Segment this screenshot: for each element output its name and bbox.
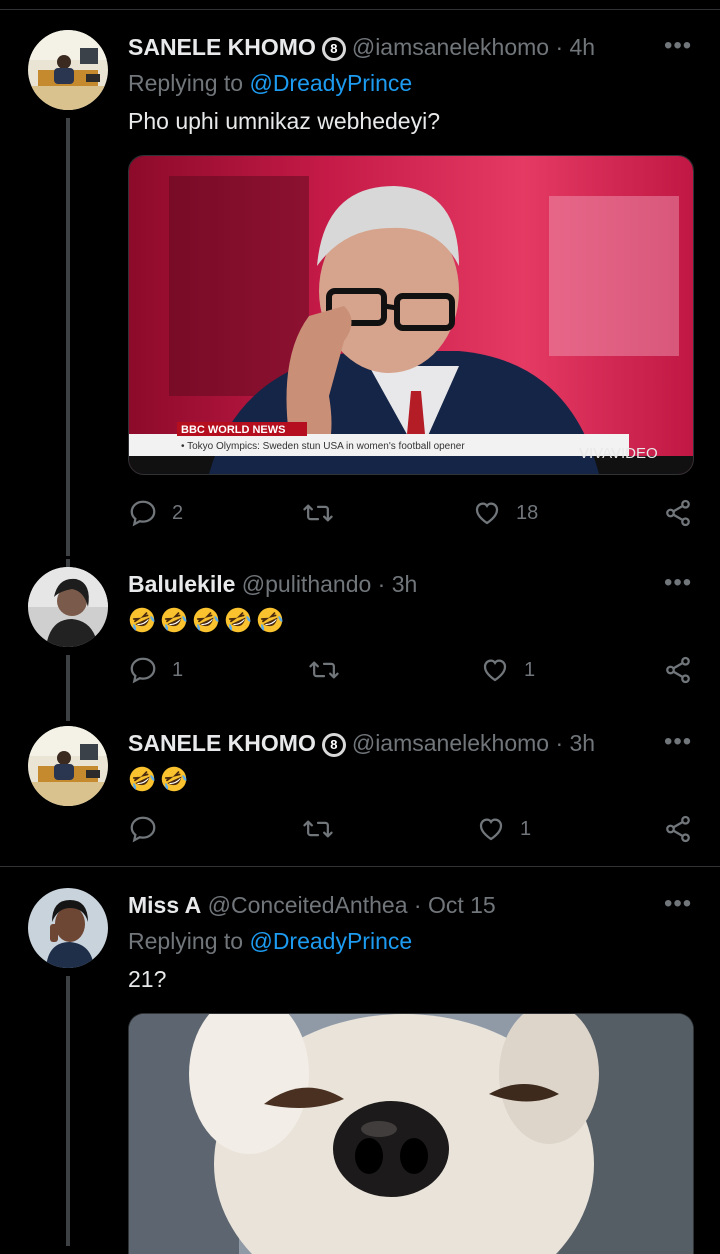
like-icon — [483, 659, 507, 682]
timestamp[interactable]: Oct 15 — [428, 892, 496, 918]
avatar[interactable] — [28, 30, 108, 110]
avatar[interactable] — [28, 888, 108, 968]
tweet-media[interactable] — [128, 1013, 694, 1254]
thread-line — [66, 559, 70, 567]
reply-icon — [130, 816, 156, 843]
thread-line — [66, 655, 70, 721]
reply-count: 2 — [172, 501, 184, 524]
tweet-actions: 2 18 — [128, 498, 698, 528]
news-channel-label: BBC WORLD NEWS — [181, 424, 286, 436]
timestamp[interactable]: 3h — [392, 571, 418, 597]
thread-line — [66, 976, 70, 1246]
share-icon — [666, 499, 690, 527]
like-icon — [475, 502, 499, 525]
rofl-emoji-icon — [160, 606, 188, 634]
verified-badge-icon: 8 — [321, 733, 346, 757]
tweet-actions: 1 — [128, 814, 698, 844]
avatar[interactable] — [28, 567, 108, 647]
replying-prefix: Replying to — [128, 928, 244, 954]
rofl-emoji-icon — [224, 606, 252, 634]
tweet-header: SANELE KHOMO 8 @iamsanelekhomo · 4h — [128, 33, 595, 61]
verified-badge-icon: 8 — [321, 37, 346, 61]
user-handle[interactable]: @pulithando — [242, 571, 372, 597]
timestamp[interactable]: 3h — [570, 730, 596, 756]
like-button[interactable]: 1 — [476, 814, 531, 844]
reply-count: 1 — [172, 658, 184, 681]
watermark-label: VIVAVIDEO — [579, 445, 658, 462]
retweet-button[interactable] — [302, 814, 334, 844]
avatar[interactable] — [28, 726, 108, 806]
retweet-icon — [303, 504, 333, 522]
display-name[interactable]: SANELE KHOMO — [128, 730, 316, 756]
reply-icon — [130, 657, 156, 684]
like-button[interactable]: 1 — [480, 655, 535, 685]
tweet-emoji-text — [128, 605, 288, 634]
tweet-header: SANELE KHOMO 8 @iamsanelekhomo · 3h — [128, 729, 595, 757]
mention-link[interactable]: @DreadyPrince — [249, 928, 412, 954]
retweet-icon — [309, 661, 339, 679]
display-name[interactable]: SANELE KHOMO — [128, 34, 316, 60]
timestamp[interactable]: 4h — [570, 34, 596, 60]
replying-prefix: Replying to — [128, 70, 244, 96]
tweet-text: Pho uphi umnikaz webhedeyi? — [128, 108, 440, 134]
news-ticker: • Tokyo Olympics: Sweden stun USA in wom… — [181, 441, 465, 452]
thread-line — [66, 118, 70, 556]
more-icon[interactable]: ••• — [664, 890, 692, 918]
reply-button[interactable]: 1 — [128, 655, 183, 685]
more-icon[interactable]: ••• — [664, 569, 692, 597]
rofl-emoji-icon — [128, 765, 156, 793]
replying-to: Replying to @DreadyPrince — [128, 70, 412, 97]
rofl-emoji-icon — [128, 606, 156, 634]
top-divider — [0, 9, 720, 10]
tweet-header: Miss A @ConceitedAnthea · Oct 15 — [128, 891, 496, 919]
retweet-icon — [303, 820, 333, 838]
like-icon — [479, 818, 503, 841]
display-name[interactable]: Balulekile — [128, 571, 235, 597]
reply-button[interactable] — [128, 814, 158, 844]
tweet-actions: 1 1 — [128, 655, 698, 685]
mention-link[interactable]: @DreadyPrince — [249, 70, 412, 96]
reply-icon — [130, 500, 156, 527]
share-icon — [666, 815, 690, 843]
replying-to: Replying to @DreadyPrince — [128, 928, 412, 955]
share-button[interactable] — [663, 814, 693, 844]
tweet-emoji-text — [128, 764, 192, 793]
like-count: 18 — [516, 501, 539, 524]
user-handle[interactable]: @iamsanelekhomo — [352, 34, 549, 60]
like-count: 1 — [524, 658, 536, 681]
share-button[interactable] — [663, 498, 693, 528]
user-handle[interactable]: @ConceitedAnthea — [208, 892, 408, 918]
retweet-button[interactable] — [308, 655, 340, 685]
share-icon — [666, 656, 690, 684]
more-icon[interactable]: ••• — [664, 32, 692, 60]
like-button[interactable]: 18 — [472, 498, 538, 528]
reply-button[interactable]: 2 — [128, 498, 183, 528]
thread-divider — [0, 866, 720, 867]
separator-dot: · — [555, 730, 564, 756]
tweet-media[interactable]: BBC WORLD NEWS • Tokyo Olympics: Sweden … — [128, 155, 694, 475]
tweet-text: 21? — [128, 966, 167, 992]
tweet-header: Balulekile @pulithando · 3h — [128, 570, 417, 598]
separator-dot: · — [413, 892, 422, 918]
like-count: 1 — [520, 817, 532, 840]
rofl-emoji-icon — [192, 606, 220, 634]
user-handle[interactable]: @iamsanelekhomo — [352, 730, 549, 756]
retweet-button[interactable] — [302, 498, 334, 528]
display-name[interactable]: Miss A — [128, 892, 201, 918]
separator-dot: · — [377, 571, 386, 597]
more-icon[interactable]: ••• — [664, 728, 692, 756]
separator-dot: · — [555, 34, 564, 60]
rofl-emoji-icon — [256, 606, 284, 634]
share-button[interactable] — [663, 655, 693, 685]
rofl-emoji-icon — [160, 765, 188, 793]
